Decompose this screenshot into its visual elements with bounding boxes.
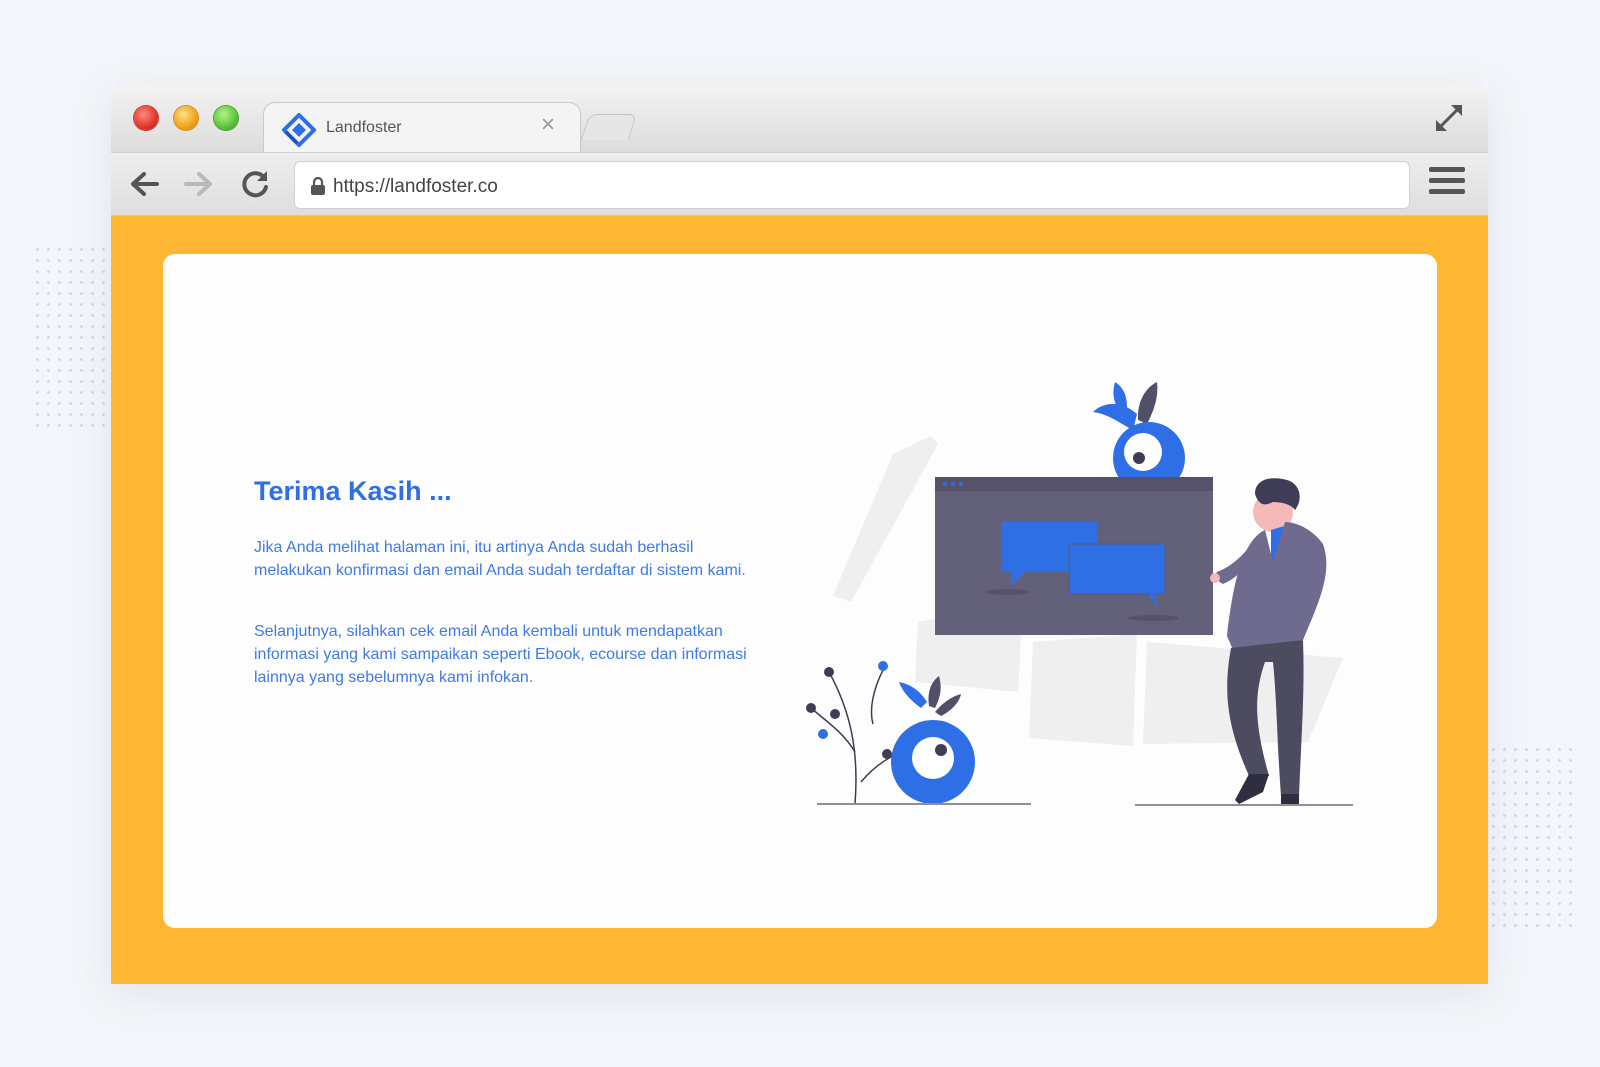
reload-icon[interactable] <box>238 167 272 201</box>
hamburger-menu-icon[interactable] <box>1429 167 1465 201</box>
browser-tab-active[interactable]: Landfoster × <box>263 102 581 152</box>
close-window-button[interactable] <box>134 106 158 130</box>
chat-window <box>935 477 1213 635</box>
confirmation-paragraph: Jika Anda melihat halaman ini, itu artin… <box>254 539 746 579</box>
chat-illustration <box>806 382 1353 806</box>
page-title: Terima Kasih ... <box>254 476 452 506</box>
address-bar[interactable]: https://landfoster.co <box>294 161 1410 209</box>
url-text[interactable]: https://landfoster.co <box>333 176 498 198</box>
new-tab-button[interactable] <box>580 114 638 140</box>
lock-icon <box>311 177 325 195</box>
fullscreen-expand-icon[interactable] <box>1433 102 1465 134</box>
content-card: Terima Kasih ... Jika Anda melihat halam… <box>163 254 1437 928</box>
browser-toolbar: https://landfoster.co <box>111 152 1488 216</box>
decorative-dot-grid-right <box>1488 744 1572 928</box>
maximize-window-button[interactable] <box>214 106 238 130</box>
decorative-dot-grid-left <box>32 244 108 428</box>
back-arrow-icon[interactable] <box>127 167 161 201</box>
next-steps-paragraph: Selanjutnya, silahkan cek email Anda kem… <box>254 623 747 686</box>
forward-arrow-icon[interactable] <box>182 167 216 201</box>
tab-title: Landfoster <box>326 119 402 136</box>
tab-close-icon[interactable]: × <box>536 113 560 137</box>
landfoster-logo-icon <box>282 113 316 147</box>
minimize-window-button[interactable] <box>174 106 198 130</box>
page-viewport: Terima Kasih ... Jika Anda melihat halam… <box>111 216 1488 984</box>
browser-titlebar: Landfoster × <box>111 84 1488 152</box>
browser-window: Landfoster × https://landfoster.co Terim… <box>111 84 1488 984</box>
standing-person <box>1210 478 1327 806</box>
